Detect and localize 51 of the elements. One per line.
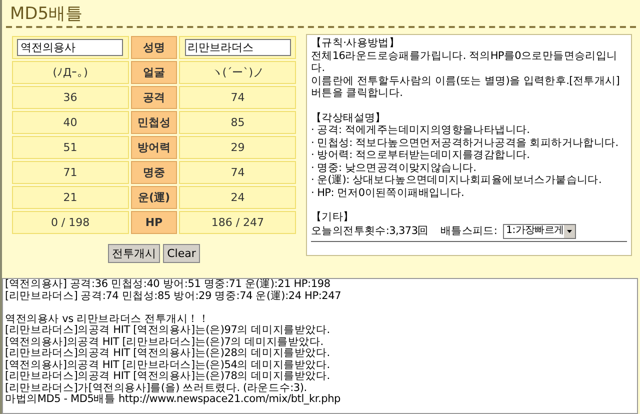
battle-count: 오늘의전투횟수:3,373回 [311, 224, 428, 238]
stat-label: 얼굴 [130, 61, 178, 84]
info-text: 이름란에 전투할두사람의 이름(또는 별명)을 입력한후.[전투개시]버튼을 클릭합니다. [311, 74, 621, 100]
log-line: [리만브라더스]의공격 HIT [역전의용사]는(은)28의 데미지를받았다. [5, 348, 331, 360]
stat-value: 74 [179, 161, 296, 184]
stat-value: 24 [179, 186, 296, 209]
stat-value: 0 / 198 [12, 211, 129, 234]
log-line: 역전의용사 vs 리만브라더스 전투개시！！ [5, 314, 210, 325]
stat-label: 성명 [130, 36, 178, 59]
stat-value: 186 / 247 [179, 211, 296, 234]
name-input[interactable]: 리만브라더스 [184, 39, 291, 56]
section-heading: 【기타】 [311, 211, 355, 224]
stat-value: 21 [12, 186, 129, 209]
stat-value: ヽ(´ー`)ノ [179, 61, 296, 84]
log-line: [리만브라더스]의공격 HIT [역전의용사]는(은)97의 데미지를받았다. [5, 325, 331, 336]
speed-label: 배틀스피드: [440, 224, 498, 238]
action-button[interactable]: Clear [163, 244, 200, 263]
info-text: 전체16라운드로승패를가립니다. 적의HP를0으로만들면승리입니다. [311, 50, 618, 74]
stat-value: 29 [179, 136, 296, 159]
page-title: MD5배틀 [10, 2, 83, 24]
section-heading: 【규칙·사용방법】 [311, 37, 401, 50]
info-text: · HP: 먼저0이된쪽이패배입니다. [311, 186, 466, 199]
stat-value: 85 [179, 111, 296, 134]
stat-value: 40 [12, 111, 129, 134]
section-heading: 【각상태설명】 [311, 112, 387, 124]
log-line: [리만브라더스]가[역전의용사]를(을) 쓰러트렸다. (라운드수:3). [5, 382, 308, 394]
log-line: [역전의용사]의공격 HIT [리만브라더스]는(은)7의 데미지를받았다. [5, 336, 324, 348]
log-line: [역전의용사] 공격:36 민첩성:40 방어:51 명중:71 운(運):21 HP:198 [5, 279, 332, 290]
log-line: [리만브라더스] 공격:74 민첩성:85 방어:29 명중:74 운(運):24 HP:247 [5, 290, 342, 302]
name-input[interactable]: 역전의용사 [17, 39, 124, 56]
info-text: · 방어력: 적으로부터받는데미지를경감합니다. [311, 149, 531, 162]
stat-label: 공격 [130, 86, 178, 109]
info-text: · 운(運): 상대보다높으면데미지나회피율에보너스가붙습니다. [311, 174, 602, 186]
info-text: · 민첩성: 적보다높으면먼저공격하거나공격을 회피하거나합니다. [311, 136, 620, 149]
stat-label: 명중 [130, 161, 178, 184]
stat-value: 71 [12, 161, 129, 184]
stat-value: 36 [12, 86, 129, 109]
action-button[interactable]: 전투개시 [108, 244, 160, 263]
log-line: 마법의MD5 - MD5배틀 http://www.newspace21.com/mix/btl_kr.php [5, 394, 342, 406]
stat-value: 74 [179, 86, 296, 109]
log-line: [역전의용사]의공격 HIT [리만브라더스]는(은)54의 데미지를받았다. [5, 360, 331, 371]
stat-value: 51 [12, 136, 129, 159]
info-text: · 명중: 낮으면공격이맞지않습니다. [311, 162, 478, 174]
stat-label: 민첩성 [130, 111, 178, 134]
info-text: · 공격: 적에게주는데미지의영향을나타냅니다. [311, 124, 531, 136]
log-line: [리만브라더스]의공격 HIT [역전의용사]는(은)78의 데미지를받았다. [5, 371, 331, 382]
stat-value: (ﾉДｰ｡) [12, 61, 129, 84]
stat-label: HP [130, 211, 178, 234]
stat-label: 방어력 [130, 136, 178, 159]
stat-label: 운(運) [130, 186, 178, 209]
speed-select[interactable]: 1:가장빠르게 [503, 224, 576, 238]
